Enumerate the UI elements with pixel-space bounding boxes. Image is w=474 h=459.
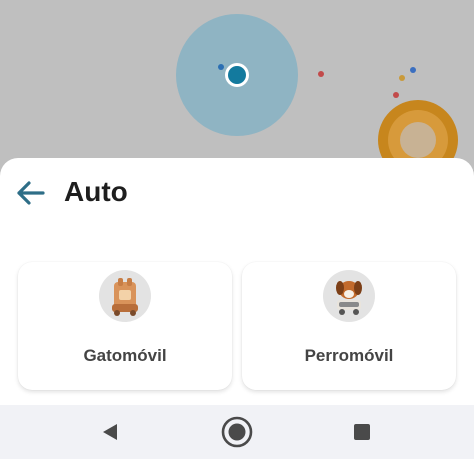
- map-canvas: [176, 14, 458, 170]
- option-avatar: [99, 270, 151, 322]
- map-poi-icon[interactable]: [393, 92, 399, 98]
- cat-car-icon: [112, 278, 138, 316]
- nav-back-button[interactable]: [92, 414, 128, 450]
- app-screen: Auto Gatomóvil Perromóvil: [0, 0, 474, 459]
- current-location-icon: [228, 66, 246, 84]
- sheet-header: Auto: [0, 158, 474, 226]
- option-perromovil[interactable]: Perromóvil: [242, 262, 456, 390]
- option-label: Perromóvil: [304, 346, 394, 365]
- nav-back-icon: [103, 424, 117, 440]
- arrow-left-icon: [17, 181, 45, 205]
- map-poi-icon[interactable]: [410, 67, 416, 73]
- sheet-title: Auto: [64, 176, 128, 207]
- back-button[interactable]: [12, 174, 50, 212]
- map-poi-icon[interactable]: [318, 71, 324, 77]
- navigation-bar: [0, 405, 474, 459]
- nav-recents-button[interactable]: [344, 414, 380, 450]
- map-poi-icon[interactable]: [218, 64, 224, 70]
- map-view[interactable]: [0, 0, 474, 170]
- destination-marker-core: [400, 122, 436, 158]
- nav-home-icon: [221, 416, 253, 448]
- option-label: Gatomóvil: [83, 346, 167, 365]
- map-poi-icon[interactable]: [399, 75, 405, 81]
- vehicle-options: Gatomóvil Perromóvil: [18, 262, 456, 390]
- vehicle-selection-sheet: Auto Gatomóvil Perromóvil: [0, 158, 474, 405]
- option-gatomovil[interactable]: Gatomóvil: [18, 262, 232, 390]
- dog-car-icon: [336, 281, 362, 315]
- nav-recents-icon: [354, 424, 370, 440]
- option-avatar: [323, 270, 375, 322]
- nav-home-button[interactable]: [219, 414, 255, 450]
